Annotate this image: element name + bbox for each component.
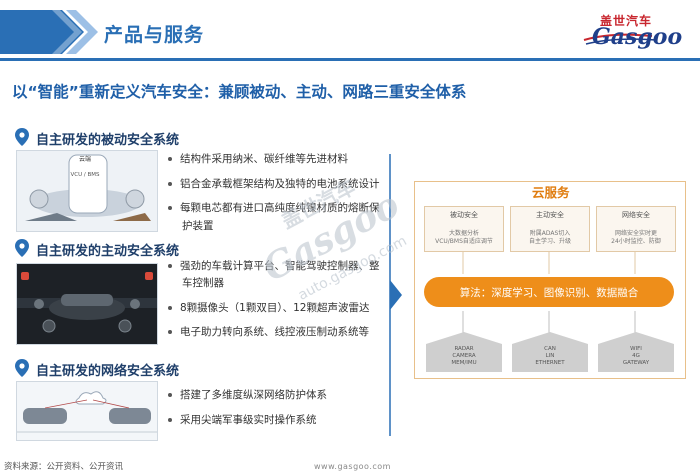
active-safety-image	[16, 263, 158, 345]
house-label-sensors: RADAR CAMERA MEM/IMU	[426, 346, 502, 367]
passive-safety-illustration	[17, 151, 157, 231]
service-box-passive: 被动安全 大数据分析 VCU/BMS自适应调节	[424, 206, 504, 252]
service-box-line: 24小时监控、防御	[611, 238, 661, 245]
service-box-active: 主动安全 附属ADAS切入 自主学习、升级	[510, 206, 590, 252]
bullet-text: 护装置	[182, 220, 214, 232]
bullet-item: 电子助力转向系统、线控液压制动系统等	[168, 324, 369, 340]
network-safety-illustration	[17, 382, 157, 440]
bullet-dot-icon	[168, 206, 172, 210]
page-title: 产品与服务	[104, 24, 205, 46]
gasgoo-watermark: 盖世汽车 Gasgoo auto.gasgoo.com	[256, 176, 409, 304]
bullet-text: 结构件采用纳米、碳纤维等先进材料	[180, 153, 348, 165]
bullet-item: 强劲的车载计算平台、智能驾驶控制器、整	[168, 258, 380, 274]
connector-lines	[462, 311, 636, 333]
bullet-dot-icon	[168, 264, 172, 268]
service-box-line: 网络安全实时更	[614, 230, 657, 237]
service-box-line: 自主学习、升级	[528, 238, 571, 245]
bullet-item: 搭建了多维度纵深网络防护体系	[168, 387, 327, 403]
bullet-text: 强劲的车载计算平台、智能驾驶控制器、整	[180, 260, 380, 272]
bullet-text: 每颗电芯都有进口高纯度纯镍材质的熔断保	[180, 202, 380, 214]
location-pin-icon	[15, 239, 29, 257]
headline: 以“智能”重新定义汽车安全：兼顾被动、主动、网路三重安全体系	[12, 83, 467, 101]
service-box-line: 附属ADAS切入	[529, 230, 571, 237]
bullet-item: 采用尖端军事级实时操作系统	[168, 412, 317, 428]
bullet-dot-icon	[168, 306, 172, 310]
section-arrow-divider	[389, 154, 402, 436]
active-safety-illustration	[17, 264, 157, 344]
house-line: MEM/IMU	[451, 360, 477, 366]
bullet-item: 每颗电芯都有进口高纯度纯镍材质的熔断保	[168, 200, 380, 216]
bullet-dot-icon	[168, 182, 172, 186]
house-line: GATEWAY	[622, 360, 650, 366]
house-line: CAN	[544, 346, 556, 352]
footer-url: www.gasgoo.com	[314, 462, 391, 471]
bullet-item: 结构件采用纳米、碳纤维等先进材料	[168, 151, 348, 167]
bullet-dot-icon	[168, 157, 172, 161]
header-chevron-graphic	[0, 10, 98, 54]
location-pin-icon	[15, 359, 29, 377]
bullet-dot-icon	[168, 330, 172, 334]
header-divider	[0, 58, 700, 61]
bullet-dot-icon	[168, 393, 172, 397]
section-title-active: 自主研发的主动安全系统	[36, 244, 180, 259]
service-box-line: 大数据分析	[448, 230, 479, 237]
cloud-label: 云端	[78, 156, 91, 163]
house-line: RADAR	[454, 346, 474, 352]
logo-english-text: Gasgoo	[592, 24, 683, 50]
service-box-title: 被动安全	[450, 211, 478, 219]
service-box-network: 网络安全 网络安全实时更 24小时监控、防御	[596, 206, 676, 252]
network-safety-image	[16, 381, 158, 441]
bullet-text: 铝合金承载框架结构及独特的电池系统设计	[180, 178, 380, 190]
house-label-bus: CAN LIN ETHERNET	[512, 346, 588, 367]
service-box-title: 主动安全	[536, 211, 564, 219]
bullet-text: 8颗摄像头（1颗双目）、12颗超声波雷达	[180, 302, 370, 314]
house-line: WIFI	[630, 346, 642, 352]
footer-source: 资料来源：公开资料、公开资讯	[4, 462, 124, 472]
bullet-text: 电子助力转向系统、线控液压制动系统等	[180, 326, 369, 338]
service-box-title: 网络安全	[622, 211, 650, 219]
location-pin-icon	[15, 128, 29, 146]
bullet-dot-icon	[168, 418, 172, 422]
house-line: ETHERNET	[535, 360, 565, 366]
house-line: CAMERA	[452, 353, 476, 359]
bullet-item-continuation: 护装置	[168, 218, 214, 234]
house-line: 4G	[632, 353, 640, 359]
section-title-passive: 自主研发的被动安全系统	[36, 133, 180, 148]
bullet-item-continuation: 车控制器	[168, 275, 224, 291]
algorithm-label: 算法：深度学习、图像识别、数据融合	[459, 287, 639, 299]
house-line: LIN	[545, 353, 555, 359]
section-title-network: 自主研发的网络安全系统	[36, 364, 180, 379]
bullet-item: 8颗摄像头（1颗双目）、12颗超声波雷达	[168, 300, 369, 316]
connector-lines	[462, 252, 636, 274]
bullet-text: 采用尖端军事级实时操作系统	[180, 414, 317, 426]
vcu-bms-label: VCU / BMS	[70, 172, 100, 178]
service-box-line: VCU/BMS自适应调节	[435, 238, 493, 245]
bullet-text: 车控制器	[182, 277, 224, 289]
bullet-text: 搭建了多维度纵深网络防护体系	[180, 389, 327, 401]
cloud-service-title: 云服务	[532, 185, 570, 200]
bullet-item: 铝合金承载框架结构及独特的电池系统设计	[168, 176, 380, 192]
house-label-gateway: WIFI 4G GATEWAY	[598, 346, 674, 367]
